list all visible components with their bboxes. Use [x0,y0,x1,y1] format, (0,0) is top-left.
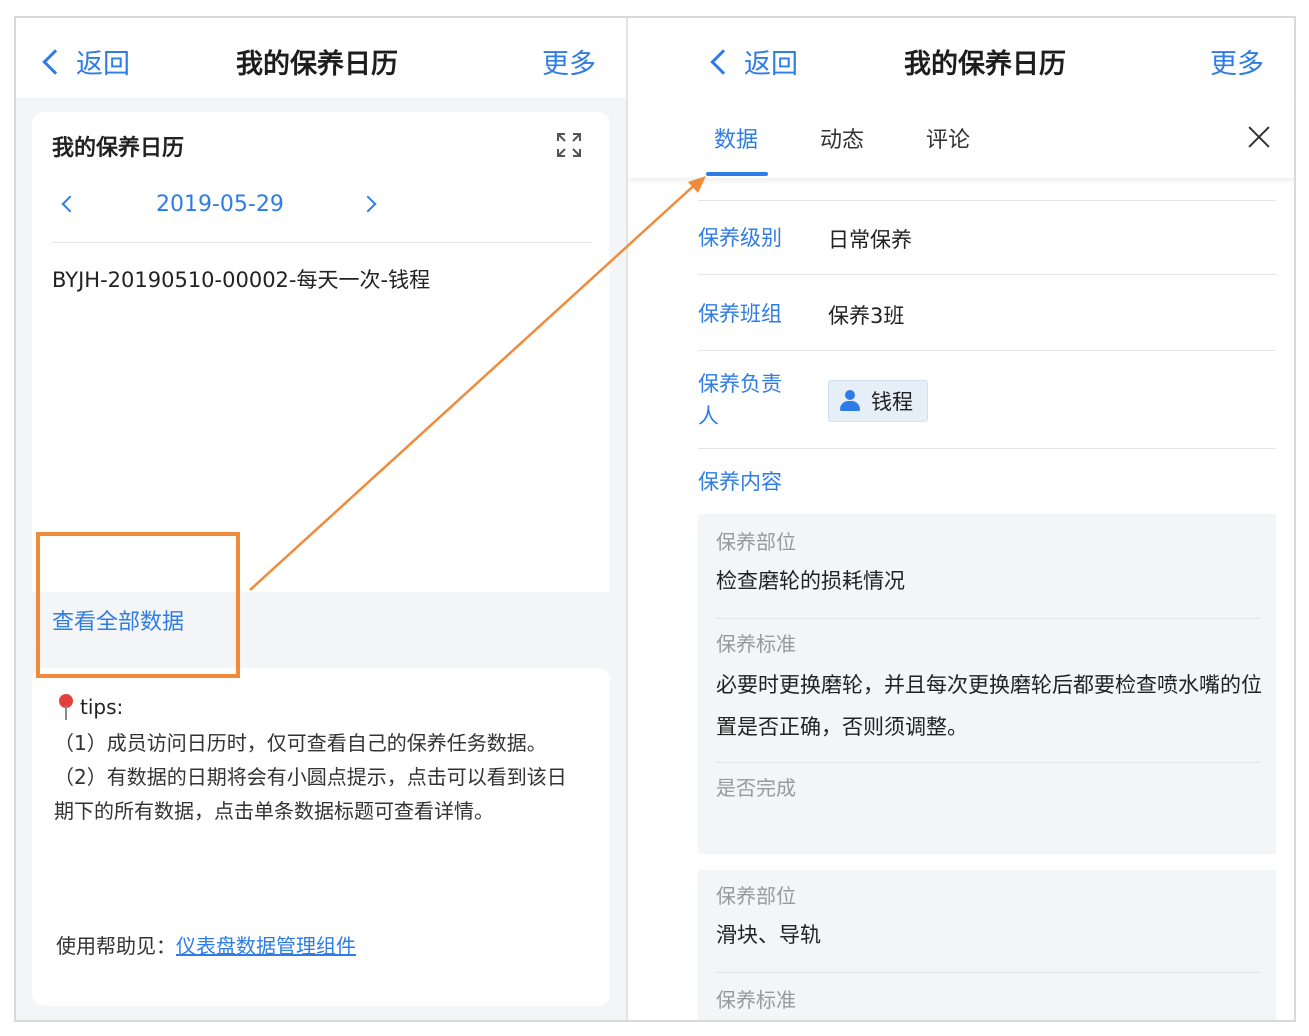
tips-heading-text: tips: [80,695,124,719]
content-item: 保养部位 检查磨轮的损耗情况 保养标准 必要时更换磨轮，并且每次更换磨轮后都要检… [698,514,1276,854]
close-icon[interactable] [1246,124,1272,150]
divider [698,200,1276,201]
tips-body: （1）成员访问日历时，仅可查看自己的保养任务数据。 （2）有数据的日期将会有小圆… [54,726,584,828]
standard-label: 保养标准 [716,632,796,656]
left-back-label: 返回 [76,49,130,80]
divider [716,762,1260,763]
part-label: 保养部位 [716,530,796,554]
content-label: 保养内容 [698,470,782,494]
left-back-button[interactable]: 返回 [40,42,130,81]
divider [698,448,1276,449]
level-label: 保养级别 [698,226,782,250]
tips-line-2: （2）有数据的日期将会有小圆点提示，点击可以看到该日期下的所有数据，点击单条数据… [54,765,567,823]
calendar-card-title: 我的保养日历 [52,136,185,161]
left-page-title: 我的保养日历 [236,49,398,80]
detail-tabs: 数据 动态 评论 [628,100,1294,178]
right-panel: 返回 我的保养日历 更多 数据 动态 评论 保养级别 日常保养 保养班组 保养3… [628,18,1294,1020]
chevron-left-icon [710,48,736,75]
maintenance-record-item[interactable]: BYJH-20190510-00002-每天一次-钱程 [52,264,430,294]
screenshot-frame: 返回 我的保养日历 更多 我的保养日历 2019-05-29 BYJH-2019… [14,16,1296,1022]
help-prefix: 使用帮助见： [56,934,176,958]
tab-activity[interactable]: 动态 [820,122,864,154]
tips-card: tips: （1）成员访问日历时，仅可查看自己的保养任务数据。 （2）有数据的日… [32,668,610,1006]
owner-value: 钱程 [871,390,913,414]
team-label: 保养班组 [698,302,782,326]
active-tab-indicator [706,172,768,176]
level-value: 日常保养 [828,228,912,252]
divider [52,242,592,243]
content-item: 保养部位 滑块、导轨 保养标准 [698,870,1276,1020]
right-back-button[interactable]: 返回 [708,42,798,81]
divider [716,972,1260,973]
team-value: 保养3班 [828,304,905,328]
help-link[interactable]: 仪表盘数据管理组件 [176,934,356,958]
divider [698,274,1276,275]
tab-data[interactable]: 数据 [714,122,758,154]
left-panel: 返回 我的保养日历 更多 我的保养日历 2019-05-29 BYJH-2019… [16,18,626,1020]
current-date[interactable]: 2019-05-29 [156,192,284,217]
user-icon [839,390,861,412]
owner-label: 保养负责人 [698,372,782,428]
left-nav-bar: 返回 我的保养日历 更多 [16,18,626,98]
highlight-box [36,532,240,678]
tips-heading: tips: [58,694,123,720]
fullscreen-icon[interactable] [556,132,582,158]
next-date-button[interactable] [359,195,377,213]
right-nav-bar: 返回 我的保养日历 更多 [628,18,1294,98]
standard-value: 必要时更换磨轮，并且每次更换磨轮后都要检查喷水嘴的位置是否正确，否则须调整。 [716,673,1262,739]
part-value: 检查磨轮的损耗情况 [716,569,905,593]
chevron-left-icon [42,48,68,75]
part-label: 保养部位 [716,884,796,908]
pin-icon [58,694,74,720]
help-text: 使用帮助见：仪表盘数据管理组件 [56,930,356,959]
tips-line-1: （1）成员访问日历时，仅可查看自己的保养任务数据。 [54,731,547,755]
done-label: 是否完成 [716,776,796,800]
right-more-button[interactable]: 更多 [1210,42,1264,81]
divider [716,618,1260,619]
right-back-label: 返回 [744,49,798,80]
right-page-title: 我的保养日历 [904,49,1066,80]
tab-comments[interactable]: 评论 [926,122,970,154]
part-value: 滑块、导轨 [716,923,821,947]
prev-date-button[interactable] [61,195,79,213]
left-more-button[interactable]: 更多 [542,42,596,81]
divider [698,350,1276,351]
standard-label: 保养标准 [716,988,796,1012]
owner-chip[interactable]: 钱程 [828,380,928,422]
